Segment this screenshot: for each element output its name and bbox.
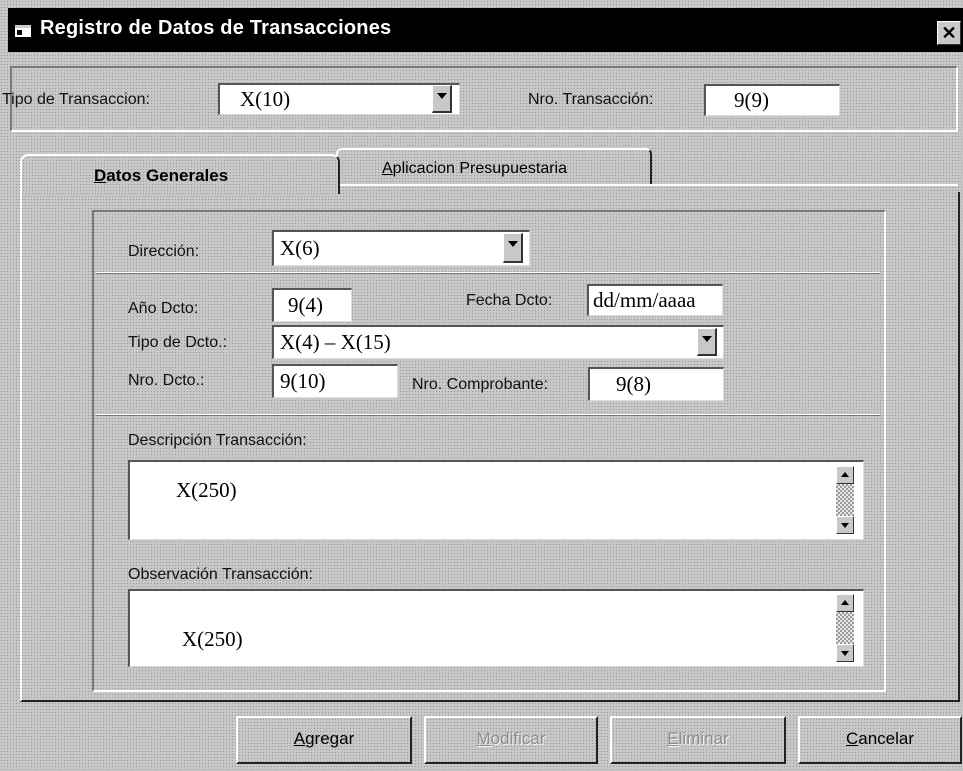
tab-label-rest: plicacion Presupuestaria [392,160,567,177]
nro-dcto-label: Nro. Dcto.: [128,372,205,389]
title-bar[interactable]: Registro de Datos de Transacciones ✕ [8,8,963,52]
agregar-button[interactable]: Agregar [236,716,412,764]
nro-transaccion-label: Nro. Transacción: [528,91,654,108]
observacion-label: Observación Transacción: [128,566,313,583]
nro-transaccion-field[interactable]: 9(9) [704,84,840,116]
descripcion-scrollbar[interactable] [836,466,854,534]
tipo-dcto-value: X(4) – X(15) [280,330,391,354]
anio-dcto-field[interactable]: 9(4) [272,288,352,322]
anio-dcto-label: Año Dcto: [128,300,199,317]
descripcion-value: X(250) [176,478,237,502]
button-label-rest: liminar [678,729,729,748]
window-title: Registro de Datos de Transacciones [40,17,392,39]
tab-accel: A [382,160,393,177]
button-accel: M [476,729,491,748]
close-icon[interactable]: ✕ [937,21,961,45]
tipo-transaccion-label: Tipo de Transaccion: [2,91,150,108]
fecha-dcto-field[interactable]: dd/mm/aaaa [587,284,723,316]
modificar-button[interactable]: Modificar [424,716,598,764]
button-accel: C [845,729,859,748]
scrollbar-track[interactable] [836,484,854,516]
eliminar-button[interactable]: Eliminar [610,716,786,764]
direccion-label: Dirección: [128,243,200,260]
direccion-select[interactable]: X(6) [272,230,530,266]
scroll-down-icon[interactable] [836,644,854,662]
divider [96,414,880,416]
tab-datos-generales[interactable]: Datos Generales [20,154,340,194]
nro-comprobante-field[interactable]: 9(8) [588,367,724,401]
button-label-rest: ancelar [858,729,915,748]
fecha-dcto-label: Fecha Dcto: [466,292,553,309]
transaction-window: Registro de Datos de Transacciones ✕ Tip… [0,0,963,771]
tipo-dcto-select[interactable]: X(4) – X(15) [272,325,724,359]
dropdown-arrow-icon [702,336,712,342]
scroll-down-icon[interactable] [836,516,854,534]
nro-dcto-field[interactable]: 9(10) [272,364,398,398]
direccion-value: X(6) [280,236,320,260]
observacion-textarea[interactable]: X(250) [128,589,864,667]
tab-label-rest: atos Generales [106,166,229,185]
button-label-rest: gregar [305,729,355,748]
tab-accel: D [94,166,107,185]
button-label-rest: odificar [490,729,546,748]
cancelar-button[interactable]: Cancelar [798,716,962,764]
divider [96,272,880,274]
scroll-up-icon[interactable] [836,594,854,612]
button-accel: A [293,729,306,748]
panel-top-edge [336,184,958,186]
observacion-scrollbar[interactable] [836,594,854,662]
button-accel: E [667,729,679,748]
nro-comprobante-label: Nro. Comprobante: [412,376,549,393]
tab-aplicacion-presupuestaria[interactable]: Aplicacion Presupuestaria [336,148,652,184]
scrollbar-track[interactable] [836,612,854,644]
direccion-dropdown-button[interactable] [503,233,523,263]
tipo-transaccion-dropdown-button[interactable] [432,85,452,113]
dropdown-arrow-icon [437,93,447,99]
descripcion-label: Descripción Transacción: [128,432,307,449]
tipo-dcto-label: Tipo de Dcto.: [128,334,228,351]
tipo-transaccion-select[interactable]: X(10) [218,83,460,115]
dropdown-arrow-icon [508,241,518,247]
tipo-dcto-dropdown-button[interactable] [697,328,717,356]
window-icon [15,25,31,37]
scroll-up-icon[interactable] [836,466,854,484]
descripcion-textarea[interactable]: X(250) [128,460,864,540]
observacion-value: X(250) [182,627,243,651]
tipo-transaccion-value: X(10) [240,87,291,111]
